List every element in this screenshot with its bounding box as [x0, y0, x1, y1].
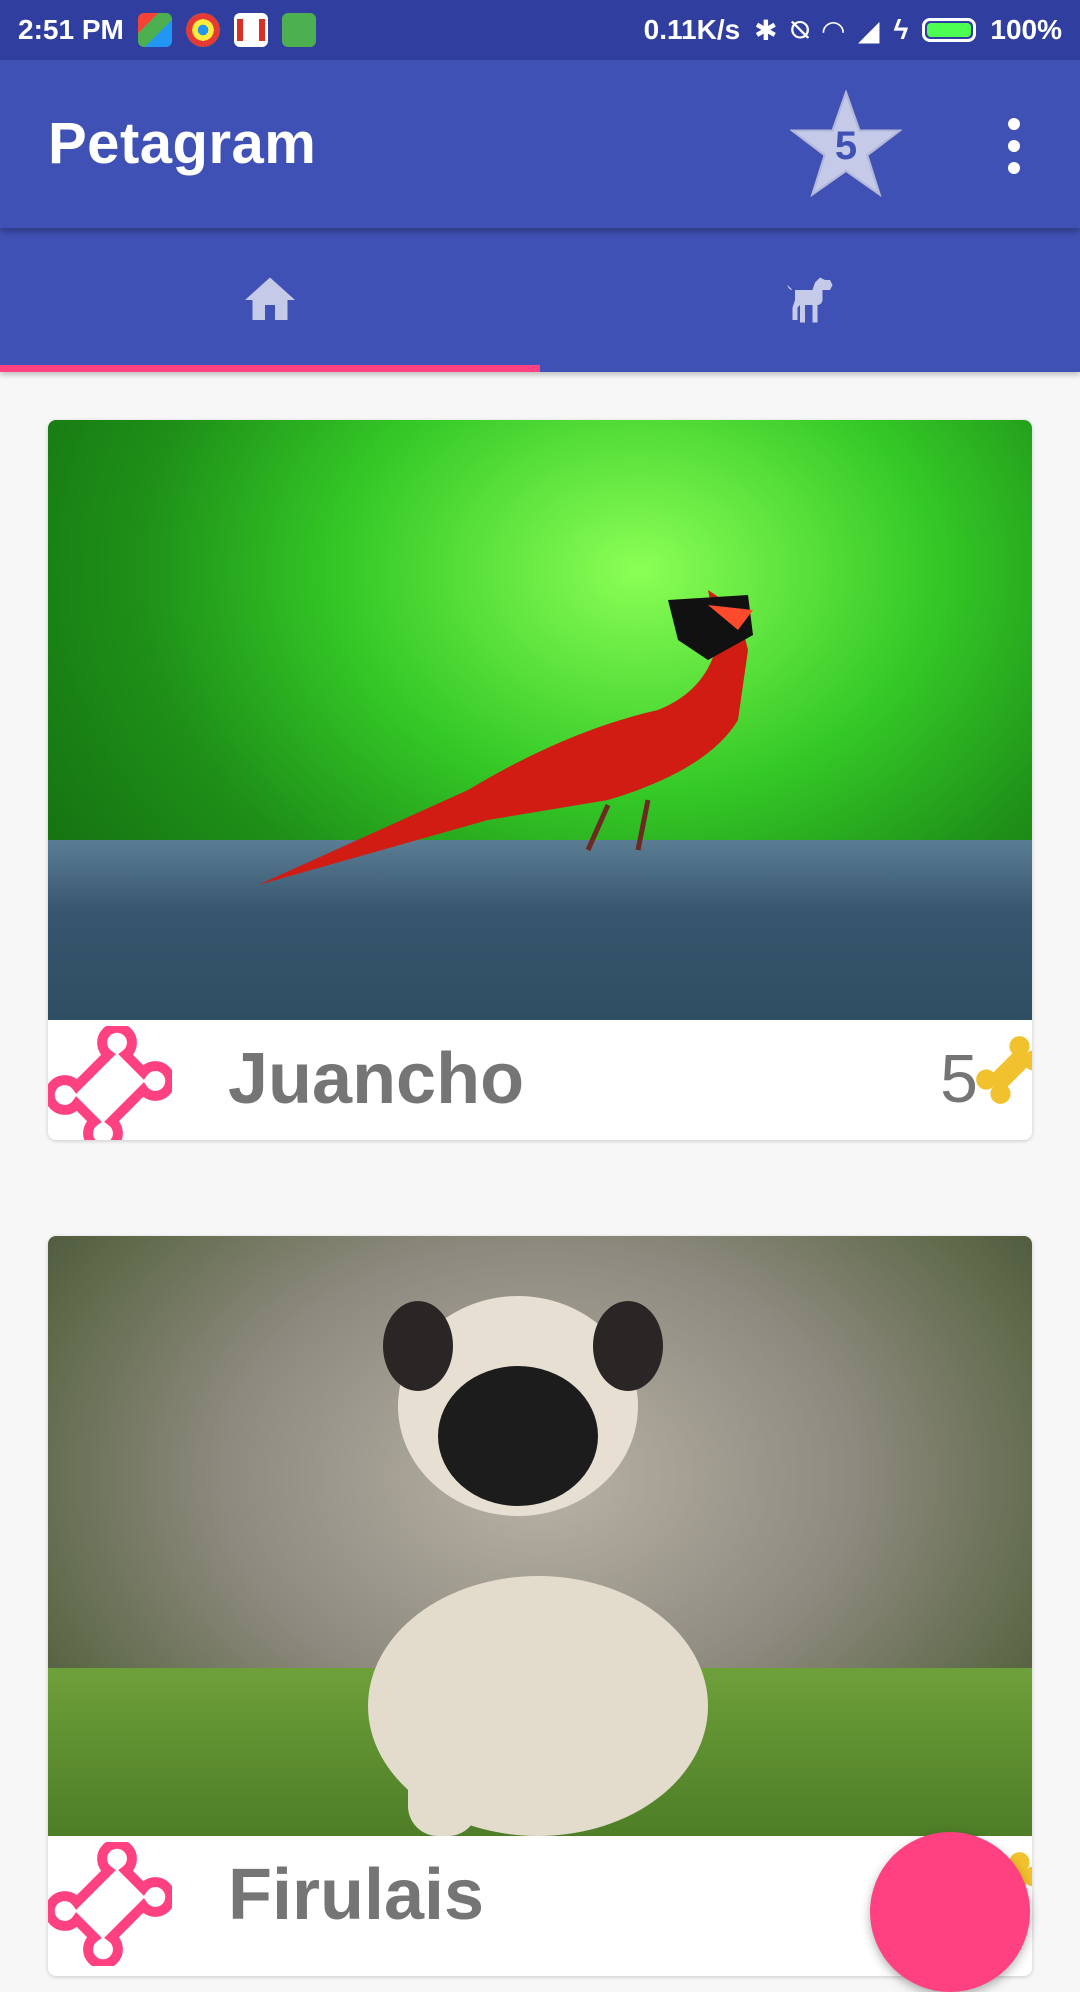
- more-vert-icon[interactable]: [996, 118, 1032, 174]
- bone-rating-icon: [976, 1036, 1032, 1104]
- network-speed: 0.11K/s: [643, 14, 741, 45]
- favorites-button[interactable]: 5: [788, 89, 904, 198]
- chrome-icon: [185, 13, 220, 47]
- app-bar: Petagram 5: [0, 60, 1080, 228]
- status-time: 2:51 PM: [18, 14, 124, 45]
- favorites-count: 5: [834, 124, 858, 168]
- dog-icon: [787, 277, 833, 323]
- vibrate-off-icon: ⍉: [791, 13, 809, 45]
- camera-fab-button[interactable]: [870, 1832, 1030, 1992]
- pet-card-footer: Juancho 5: [48, 1020, 1032, 1140]
- status-left: 2:51 PM: [18, 13, 316, 47]
- tab-indicator: [0, 365, 540, 372]
- wifi-icon: ◠: [822, 14, 844, 46]
- charging-icon: ϟ: [893, 14, 909, 45]
- home-icon: [245, 277, 295, 320]
- pet-photo: [48, 420, 1032, 1020]
- pug-dog-image: [368, 1296, 708, 1836]
- app-title: Petagram: [48, 111, 317, 176]
- pet-photo: [48, 1236, 1032, 1836]
- bone-like-button-icon[interactable]: [48, 1026, 172, 1140]
- android-icon: [281, 13, 316, 47]
- battery-icon: [922, 18, 977, 42]
- status-bar: 2:51 PM 0.11K/s ✱ ⍉ ◠ ◢ ϟ 100%: [0, 0, 1080, 60]
- pet-name: Firulais: [228, 1855, 485, 1935]
- photos-icon: [137, 13, 172, 47]
- status-right: 0.11K/s ✱ ⍉ ◠ ◢ ϟ 100%: [644, 14, 1062, 47]
- signal-icon: ◢: [858, 14, 880, 46]
- tab-home[interactable]: [0, 228, 540, 372]
- cardinal-bird-image: [258, 590, 753, 885]
- pet-card: Juancho 5: [48, 420, 1032, 1140]
- battery-percent: 100%: [990, 14, 1062, 45]
- tab-bar: [0, 228, 1080, 372]
- bone-like-button-icon[interactable]: [48, 1842, 172, 1966]
- tab-profile[interactable]: [540, 228, 1080, 372]
- bluetooth-icon: ✱: [754, 14, 778, 46]
- pet-name: Juancho: [228, 1039, 525, 1119]
- gmail-icon: [233, 13, 268, 47]
